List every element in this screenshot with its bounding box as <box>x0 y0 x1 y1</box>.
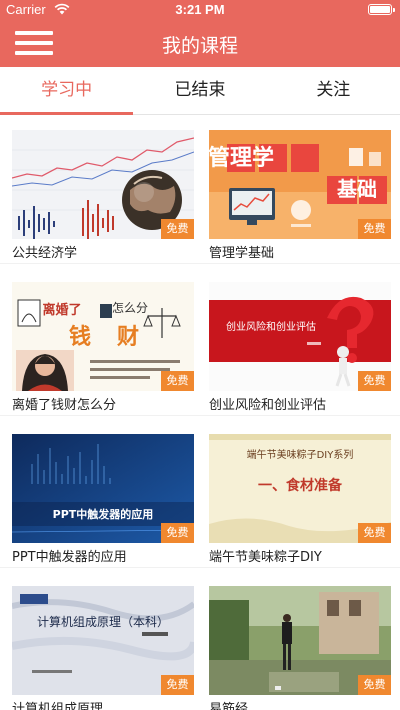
thumb-text: 钱 <box>69 324 91 350</box>
course-card[interactable]: 管理学 基础 免费 管理学基础 <box>209 130 391 263</box>
thumb-text: 财 <box>117 325 139 350</box>
course-card[interactable]: 端午节美味粽子DIY系列 一、食材准备 免费 端午节美味粽子DIY <box>209 434 391 567</box>
thumb-text: 管理学 <box>209 145 274 171</box>
status-bar: Carrier 3:21 PM <box>0 0 400 20</box>
thumb-text: 基础 <box>337 177 377 201</box>
course-title: 计算机组成原理 <box>12 702 104 710</box>
thumb-text: 创业风险和创业评估 <box>226 320 316 333</box>
thumb-text: 怎么分 <box>112 300 148 315</box>
course-card[interactable]: PPT中触发器的应用 免费 PPT中触发器的应用 <box>12 434 194 567</box>
clock: 3:21 PM <box>175 2 225 17</box>
tab-studying[interactable]: 学习中 <box>0 67 134 115</box>
app-header: Carrier 3:21 PM 我的课程 <box>0 0 400 67</box>
course-title: PPT中触发器的应用 <box>12 550 127 565</box>
tab-finished[interactable]: 已结束 <box>133 67 266 114</box>
thumb-text: 端午节美味粽子DIY系列 <box>247 448 354 461</box>
course-thumbnail: 计算机组成原理（本科） 免费 <box>12 586 194 695</box>
free-badge: 免费 <box>358 675 391 695</box>
course-thumbnail: 免费 <box>209 586 391 695</box>
thumb-text: PPT中触发器的应用 <box>53 507 154 521</box>
free-badge: 免费 <box>161 523 194 543</box>
course-thumbnail: 免费 <box>12 130 194 239</box>
course-title: 管理学基础 <box>209 246 275 261</box>
course-thumbnail: 创业风险和创业评估 免费 <box>209 282 391 391</box>
thumb-text: 计算机组成原理（本科） <box>37 614 169 629</box>
course-title: 端午节美味粽子DIY <box>209 550 322 565</box>
course-card[interactable]: 计算机组成原理（本科） 免费 计算机组成原理 <box>12 586 194 710</box>
course-grid: 免费 公共经济学 管理学 基础 免费 管理学基础 离婚了 怎么分 钱 财 免费 … <box>0 115 400 710</box>
free-badge: 免费 <box>358 219 391 239</box>
course-thumbnail: 管理学 基础 免费 <box>209 130 391 239</box>
tab-label: 学习中 <box>41 80 93 100</box>
row-divider <box>0 415 400 416</box>
course-title: 创业风险和创业评估 <box>209 398 327 413</box>
row-divider <box>0 263 400 264</box>
page-title: 我的课程 <box>161 35 238 57</box>
course-card[interactable]: 创业风险和创业评估 免费 创业风险和创业评估 <box>209 282 391 415</box>
nav-bar: 我的课程 <box>0 20 400 67</box>
course-title: 离婚了钱财怎么分 <box>12 398 117 413</box>
course-title: 易筋经 <box>209 702 249 710</box>
thumb-text: 一、食材准备 <box>258 477 343 494</box>
course-thumbnail: 离婚了 怎么分 钱 财 免费 <box>12 282 194 391</box>
free-badge: 免费 <box>161 675 194 695</box>
course-card[interactable]: 免费 易筋经 <box>209 586 391 710</box>
tab-following[interactable]: 关注 <box>267 67 400 114</box>
course-title: 公共经济学 <box>12 246 78 261</box>
free-badge: 免费 <box>358 523 391 543</box>
thumb-text: 离婚了 <box>42 302 81 318</box>
free-badge: 免费 <box>161 219 194 239</box>
battery-icon <box>368 4 395 15</box>
hamburger-menu-icon[interactable] <box>15 29 53 57</box>
row-divider <box>0 567 400 568</box>
tab-bar: 学习中 已结束 关注 <box>0 67 400 115</box>
course-card[interactable]: 免费 公共经济学 <box>12 130 194 263</box>
tab-label: 关注 <box>316 80 351 100</box>
course-thumbnail: PPT中触发器的应用 免费 <box>12 434 194 543</box>
course-thumbnail: 端午节美味粽子DIY系列 一、食材准备 免费 <box>209 434 391 543</box>
tab-label: 已结束 <box>174 80 226 100</box>
free-badge: 免费 <box>161 371 194 391</box>
course-card[interactable]: 离婚了 怎么分 钱 财 免费 离婚了钱财怎么分 <box>12 282 194 415</box>
free-badge: 免费 <box>358 371 391 391</box>
